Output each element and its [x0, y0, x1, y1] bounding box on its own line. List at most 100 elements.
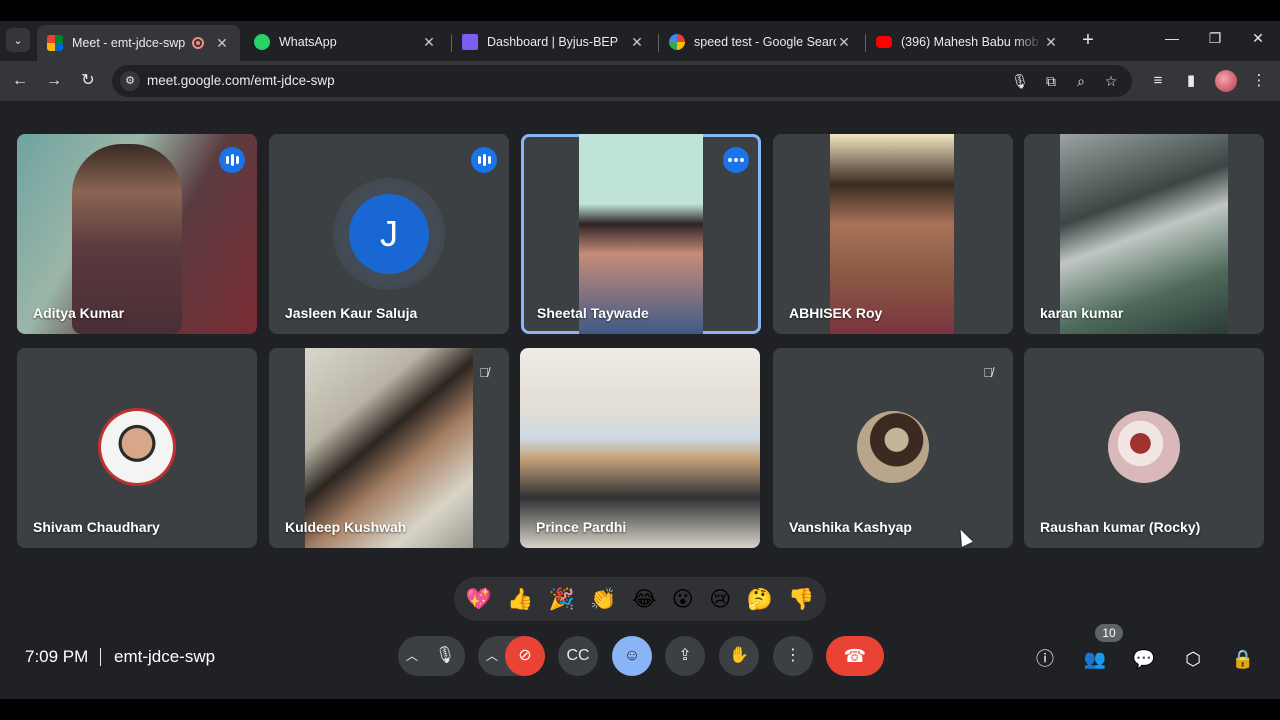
- tab-youtube[interactable]: (396) Mahesh Babu mob style ✕: [866, 26, 1069, 58]
- close-tab-icon[interactable]: ✕: [836, 34, 852, 51]
- open-external-icon[interactable]: ⧉: [1041, 71, 1061, 91]
- meeting-info-icon[interactable]: ⓘ: [1032, 646, 1058, 672]
- reactions-bar: 💖 👍 🎉 👏 😂 😮 😢 🤔 👎: [454, 577, 826, 621]
- bookmark-star-icon[interactable]: ☆: [1101, 71, 1121, 91]
- media-controls-icon[interactable]: ≡: [1146, 69, 1170, 93]
- reaction-clap-icon[interactable]: 👏: [590, 587, 616, 611]
- reaction-thumbs-down-icon[interactable]: 👎: [788, 587, 814, 611]
- zoom-icon[interactable]: ⌕: [1071, 71, 1091, 91]
- speaking-indicator-icon: [471, 147, 497, 173]
- back-icon[interactable]: ←: [8, 69, 32, 93]
- avatar: J: [349, 194, 429, 274]
- meeting-time: 7:09 PM: [25, 647, 89, 666]
- participant-tile-jasleen[interactable]: J Jasleen Kaur Saluja: [269, 134, 509, 334]
- participant-tile-raushan[interactable]: Raushan kumar (Rocky): [1024, 348, 1264, 548]
- tab-dashboard[interactable]: Dashboard | Byjus-BEP ✕: [452, 26, 655, 58]
- participant-tile-shivam[interactable]: Shivam Chaudhary: [17, 348, 257, 548]
- participant-name: karan kumar: [1040, 305, 1124, 321]
- browser-menu-icon[interactable]: ⋮: [1247, 69, 1271, 93]
- speaking-indicator-icon: [219, 147, 245, 173]
- reaction-heart-icon[interactable]: 💖: [466, 587, 492, 611]
- tab-speed-test[interactable]: speed test - Google Search ✕: [659, 26, 862, 58]
- reaction-surprised-icon[interactable]: 😮: [672, 587, 694, 611]
- close-tab-icon[interactable]: ✕: [629, 34, 645, 51]
- forward-icon[interactable]: →: [42, 69, 66, 93]
- restore-icon[interactable]: ❐: [1195, 30, 1235, 50]
- close-window-icon[interactable]: ✕: [1238, 30, 1278, 50]
- activities-icon[interactable]: ⬡: [1180, 646, 1206, 672]
- minimize-icon[interactable]: —: [1152, 30, 1192, 50]
- people-count-badge: 10: [1095, 624, 1123, 642]
- participant-tile-vanshika[interactable]: 🎙̸ Vanshika Kashyap: [773, 348, 1013, 548]
- site-info-icon[interactable]: ⚙: [120, 71, 140, 91]
- tab-search-icon[interactable]: ⌄: [6, 28, 30, 52]
- audio-options-chevron-icon[interactable]: ︿: [402, 646, 422, 666]
- reaction-laugh-icon[interactable]: 😂: [632, 587, 657, 611]
- tab-title: WhatsApp: [279, 35, 337, 49]
- avatar: [101, 411, 173, 483]
- camera-off-icon[interactable]: ⊘: [505, 636, 545, 676]
- url-text[interactable]: meet.google.com/emt-jdce-swp: [147, 73, 335, 88]
- tab-title: Dashboard | Byjus-BEP: [487, 35, 619, 49]
- participant-tile-sheetal[interactable]: Sheetal Taywade: [521, 134, 761, 334]
- microphone-icon[interactable]: 🎙: [1010, 71, 1030, 91]
- whatsapp-favicon-icon: [254, 34, 270, 50]
- tab-title: speed test - Google Search: [694, 35, 836, 49]
- captions-icon[interactable]: CC: [558, 636, 598, 676]
- side-panel-icon[interactable]: ▮: [1179, 69, 1203, 93]
- microphone-toggle-icon[interactable]: 🎙: [425, 636, 465, 676]
- participant-video: [305, 348, 473, 548]
- participant-video: [830, 134, 954, 334]
- participant-video: [579, 134, 703, 334]
- participant-name: Vanshika Kashyap: [789, 519, 912, 535]
- participant-name: Aditya Kumar: [33, 305, 125, 321]
- reaction-thinking-icon[interactable]: 🤔: [747, 587, 773, 611]
- close-tab-icon[interactable]: ✕: [1043, 34, 1059, 51]
- leave-call-button[interactable]: ☎: [826, 636, 884, 676]
- participant-name: Raushan kumar (Rocky): [1040, 519, 1201, 535]
- mic-off-icon: 🎙̸: [983, 365, 993, 380]
- participant-tile-prince[interactable]: Prince Pardhi: [520, 348, 760, 548]
- reaction-sad-icon[interactable]: 😢: [709, 587, 731, 611]
- participant-tile-karan[interactable]: karan kumar: [1024, 134, 1264, 334]
- participant-tile-kuldeep[interactable]: 🎙̸ Kuldeep Kushwah: [269, 348, 509, 548]
- people-icon[interactable]: 👥: [1082, 646, 1108, 672]
- tab-title: (396) Mahesh Babu mob style: [901, 35, 1043, 49]
- divider: [100, 648, 101, 666]
- recording-icon: [192, 37, 204, 49]
- participant-tile-aditya[interactable]: Aditya Kumar: [17, 134, 257, 334]
- close-tab-icon[interactable]: ✕: [421, 34, 437, 51]
- participant-name: Jasleen Kaur Saluja: [285, 305, 418, 321]
- browser-toolbar: ← → ↻ ⚙ meet.google.com/emt-jdce-swp 🎙 ⧉…: [0, 61, 1280, 101]
- more-options-icon[interactable]: [723, 147, 749, 173]
- reload-icon[interactable]: ↻: [76, 69, 100, 93]
- byjus-favicon-icon: [462, 34, 478, 50]
- address-bar[interactable]: ⚙ meet.google.com/emt-jdce-swp 🎙 ⧉ ⌕ ☆: [112, 65, 1132, 97]
- participant-name: Sheetal Taywade: [537, 305, 649, 321]
- close-tab-icon[interactable]: ✕: [214, 35, 230, 52]
- avatar: [1108, 411, 1180, 483]
- more-options-icon[interactable]: ⋮: [773, 636, 813, 676]
- participant-name: Kuldeep Kushwah: [285, 519, 407, 535]
- participant-tile-abhisek[interactable]: ABHISEK Roy: [773, 134, 1013, 334]
- video-options-chevron-icon[interactable]: ︿: [482, 646, 502, 666]
- profile-avatar[interactable]: [1215, 70, 1237, 92]
- tab-whatsapp[interactable]: WhatsApp ✕: [244, 26, 447, 58]
- participant-name: Shivam Chaudhary: [33, 519, 160, 535]
- present-screen-icon[interactable]: ⇪: [665, 636, 705, 676]
- youtube-favicon-icon: [876, 36, 892, 48]
- screen: ⌄ Meet - emt-jdce-swp ✕ WhatsApp ✕ Dashb…: [0, 0, 1280, 720]
- host-controls-icon[interactable]: 🔒: [1230, 646, 1256, 672]
- chat-icon[interactable]: 💬: [1131, 646, 1157, 672]
- raise-hand-icon[interactable]: ✋: [719, 636, 759, 676]
- tab-meet[interactable]: Meet - emt-jdce-swp ✕: [37, 25, 240, 61]
- participant-video: [1060, 134, 1228, 334]
- participant-name: ABHISEK Roy: [789, 305, 883, 321]
- emoji-reactions-icon[interactable]: ☺: [612, 636, 652, 676]
- meet-stage: Aditya Kumar J Jasleen Kaur Saluja Sheet…: [0, 101, 1280, 699]
- participant-name: Prince Pardhi: [536, 519, 627, 535]
- reaction-party-icon[interactable]: 🎉: [549, 587, 575, 611]
- new-tab-icon[interactable]: +: [1077, 29, 1099, 51]
- reaction-thumbs-up-icon[interactable]: 👍: [507, 587, 533, 611]
- browser-tabstrip: ⌄ Meet - emt-jdce-swp ✕ WhatsApp ✕ Dashb…: [0, 21, 1280, 61]
